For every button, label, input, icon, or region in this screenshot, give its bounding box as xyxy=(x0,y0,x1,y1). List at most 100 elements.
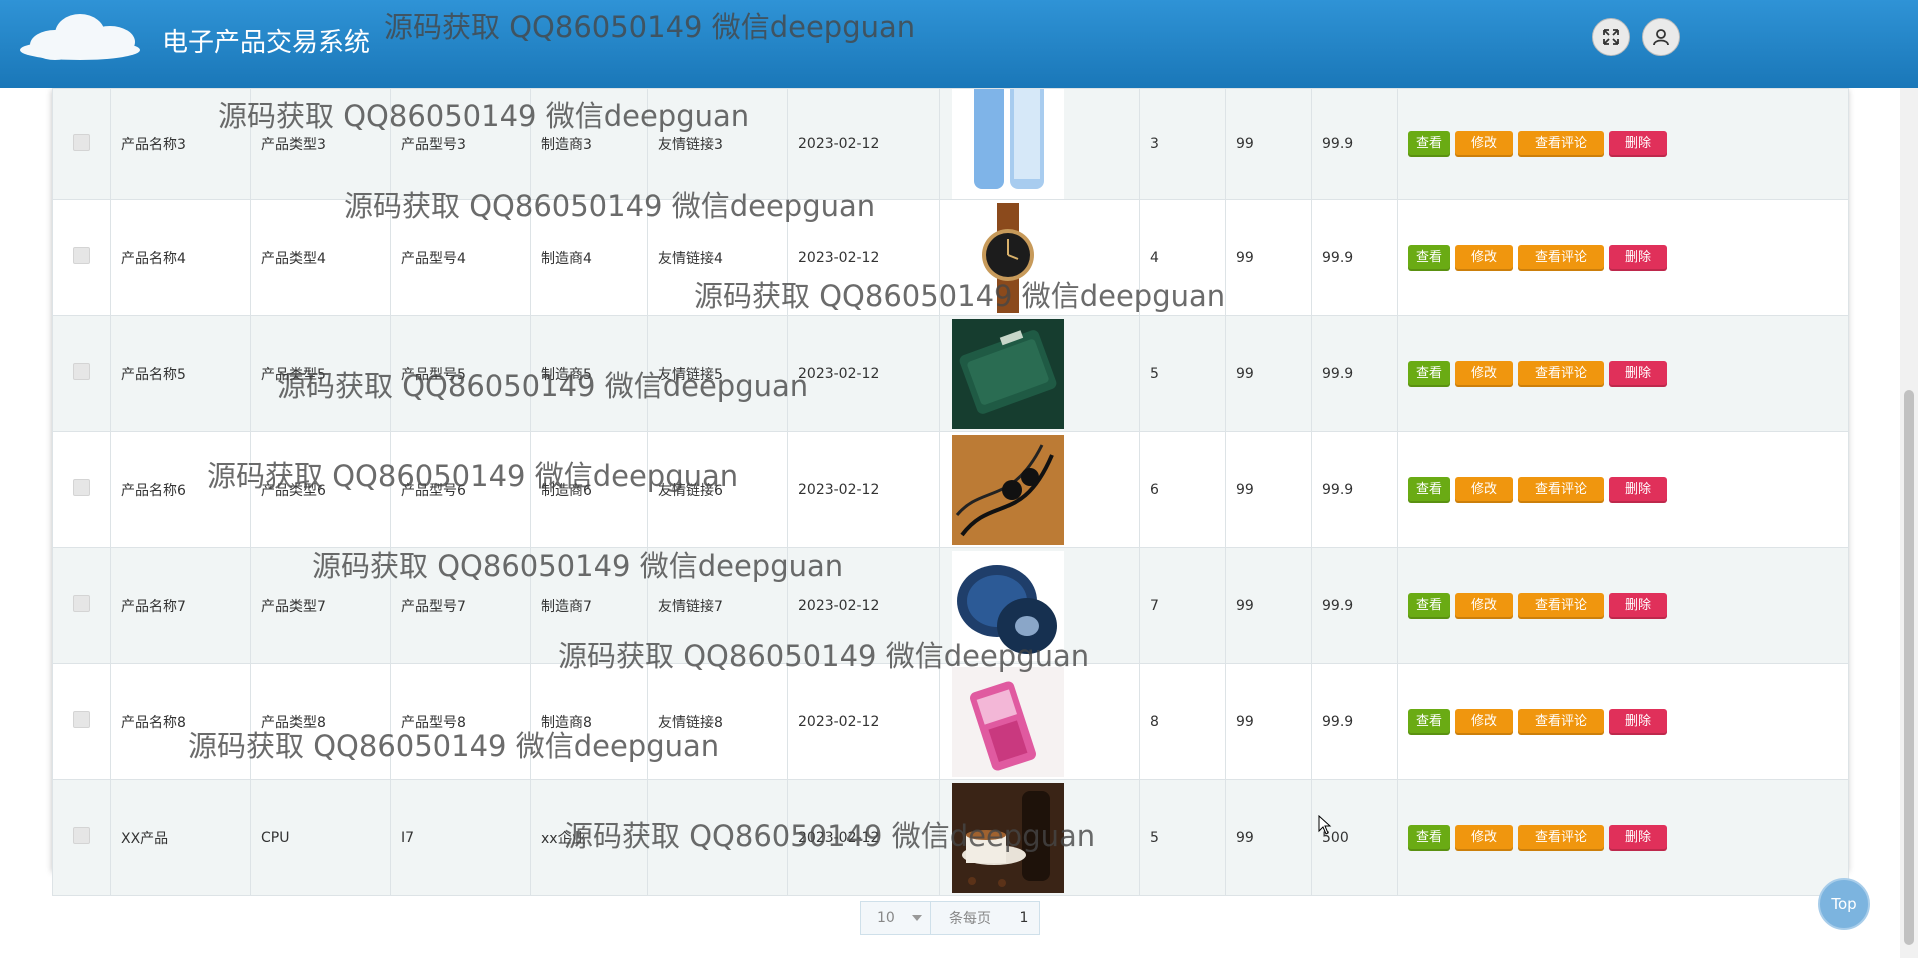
quantity-cell: 99 xyxy=(1225,88,1312,200)
row-checkbox[interactable] xyxy=(73,827,90,844)
row-select-cell xyxy=(52,779,111,896)
view-comments-button[interactable]: 查看评论 xyxy=(1518,360,1604,387)
delete-button[interactable]: 删除 xyxy=(1609,592,1667,619)
delete-button[interactable]: 删除 xyxy=(1609,476,1667,503)
manufacturer-cell: xx企业 xyxy=(530,779,648,896)
date-cell: 2023-02-12 xyxy=(787,663,940,780)
product-table-container: 产品名称3 产品类型3 产品型号3 制造商3 友情链接3 2023-02-12 3 99 99.… xyxy=(52,88,1849,896)
product-name-cell: 产品名称5 xyxy=(110,315,251,432)
edit-button[interactable]: 修改 xyxy=(1455,476,1513,503)
delete-button[interactable]: 删除 xyxy=(1609,824,1667,851)
view-comments-button[interactable]: 查看评论 xyxy=(1518,244,1604,271)
per-page-label: 条每页 xyxy=(949,911,991,927)
actions-cell: 查看 修改 查看评论 删除 xyxy=(1397,315,1849,432)
table-row: 产品名称8 产品类型8 产品型号8 制造商8 友情链接8 2023-02-12 8 99 99.… xyxy=(52,663,1849,780)
price-cell: 99.9 xyxy=(1311,431,1398,548)
product-model-cell: 产品型号8 xyxy=(390,663,531,780)
actions-cell: 查看 修改 查看评论 删除 xyxy=(1397,431,1849,548)
product-model-cell: 产品型号6 xyxy=(390,431,531,548)
view-comments-button[interactable]: 查看评论 xyxy=(1518,708,1604,735)
friend-link-cell: 友情链接4 xyxy=(647,199,788,316)
delete-button[interactable]: 删除 xyxy=(1609,131,1667,157)
stock-cell: 7 xyxy=(1139,547,1226,664)
row-checkbox[interactable] xyxy=(73,133,90,151)
row-checkbox[interactable] xyxy=(73,479,90,496)
stock-cell: 6 xyxy=(1139,431,1226,548)
coffee-cup-image xyxy=(952,782,1064,893)
price-cell: 99.9 xyxy=(1311,663,1398,780)
product-name-cell: 产品名称7 xyxy=(110,547,251,664)
page-size-select[interactable]: 10 xyxy=(861,902,931,934)
price-cell: 99.9 xyxy=(1311,88,1398,200)
product-table: 产品名称3 产品类型3 产品型号3 制造商3 友情链接3 2023-02-12 3 99 99.… xyxy=(52,88,1849,896)
edit-button[interactable]: 修改 xyxy=(1455,592,1513,619)
back-to-top-button[interactable]: Top xyxy=(1818,878,1870,930)
product-image-cell xyxy=(939,779,1140,896)
row-select-cell xyxy=(52,547,111,664)
app-title: 电子产品交易系统 xyxy=(162,28,371,58)
view-button[interactable]: 查看 xyxy=(1408,244,1450,271)
view-comments-button[interactable]: 查看评论 xyxy=(1518,824,1604,851)
product-model-cell: 产品型号5 xyxy=(390,315,531,432)
price-cell: 99.9 xyxy=(1311,315,1398,432)
edit-button[interactable]: 修改 xyxy=(1455,131,1513,157)
view-button[interactable]: 查看 xyxy=(1408,476,1450,503)
edit-button[interactable]: 修改 xyxy=(1455,360,1513,387)
quantity-cell: 99 xyxy=(1225,663,1312,780)
edit-button[interactable]: 修改 xyxy=(1455,244,1513,271)
delete-button[interactable]: 删除 xyxy=(1609,244,1667,271)
row-select-cell xyxy=(52,431,111,548)
row-checkbox[interactable] xyxy=(73,595,90,612)
product-image-cell xyxy=(939,315,1140,432)
product-type-cell: 产品类型3 xyxy=(250,88,391,200)
view-button[interactable]: 查看 xyxy=(1408,824,1450,851)
delete-button[interactable]: 删除 xyxy=(1609,360,1667,387)
row-select-cell xyxy=(52,315,111,432)
logo-cloud-icon xyxy=(20,8,140,64)
product-image-cell xyxy=(939,663,1140,780)
actions-cell: 查看 修改 查看评论 删除 xyxy=(1397,88,1849,200)
row-checkbox[interactable] xyxy=(73,711,90,728)
product-name-cell: 产品名称4 xyxy=(110,199,251,316)
table-row: 产品名称6 产品类型6 产品型号6 制造商6 友情链接6 2023-02-12 6 99 99.… xyxy=(52,431,1849,548)
manufacturer-cell: 制造商5 xyxy=(530,315,648,432)
page-scrollbar[interactable] xyxy=(1900,0,1918,958)
product-type-cell: CPU xyxy=(250,779,391,896)
date-cell: 2023-02-12 xyxy=(787,315,940,432)
quantity-cell: 99 xyxy=(1225,315,1312,432)
page-size-value: 10 xyxy=(877,910,895,926)
date-cell: 2023-02-12 xyxy=(787,199,940,316)
stock-cell: 5 xyxy=(1139,315,1226,432)
delete-button[interactable]: 删除 xyxy=(1609,708,1667,735)
stock-cell: 3 xyxy=(1139,88,1226,200)
blue-smartphone-image xyxy=(952,89,1064,199)
page-number-button[interactable]: 1 xyxy=(1009,902,1039,934)
price-cell: 500 xyxy=(1311,779,1398,896)
product-type-cell: 产品类型8 xyxy=(250,663,391,780)
view-button[interactable]: 查看 xyxy=(1408,360,1450,387)
view-comments-button[interactable]: 查看评论 xyxy=(1518,476,1604,503)
view-button[interactable]: 查看 xyxy=(1408,708,1450,735)
manufacturer-cell: 制造商7 xyxy=(530,547,648,664)
view-comments-button[interactable]: 查看评论 xyxy=(1518,592,1604,619)
product-model-cell: 产品型号4 xyxy=(390,199,531,316)
row-checkbox[interactable] xyxy=(73,247,90,264)
wrist-watch-image xyxy=(952,202,1064,313)
stock-cell: 5 xyxy=(1139,779,1226,896)
edit-button[interactable]: 修改 xyxy=(1455,824,1513,851)
scrollbar-thumb[interactable] xyxy=(1904,390,1914,945)
view-comments-button[interactable]: 查看评论 xyxy=(1518,131,1604,157)
view-button[interactable]: 查看 xyxy=(1408,592,1450,619)
row-checkbox[interactable] xyxy=(73,363,90,380)
actions-cell: 查看 修改 查看评论 删除 xyxy=(1397,779,1849,896)
product-name-cell: XX产品 xyxy=(110,779,251,896)
user-button[interactable] xyxy=(1642,18,1680,56)
product-type-cell: 产品类型5 xyxy=(250,315,391,432)
table-row: 产品名称7 产品类型7 产品型号7 制造商7 友情链接7 2023-02-12 7 99 99.… xyxy=(52,547,1849,664)
fullscreen-button[interactable] xyxy=(1592,18,1630,56)
user-icon xyxy=(1653,29,1669,46)
edit-button[interactable]: 修改 xyxy=(1455,708,1513,735)
stock-cell: 4 xyxy=(1139,199,1226,316)
view-button[interactable]: 查看 xyxy=(1408,131,1450,157)
quantity-cell: 99 xyxy=(1225,779,1312,896)
